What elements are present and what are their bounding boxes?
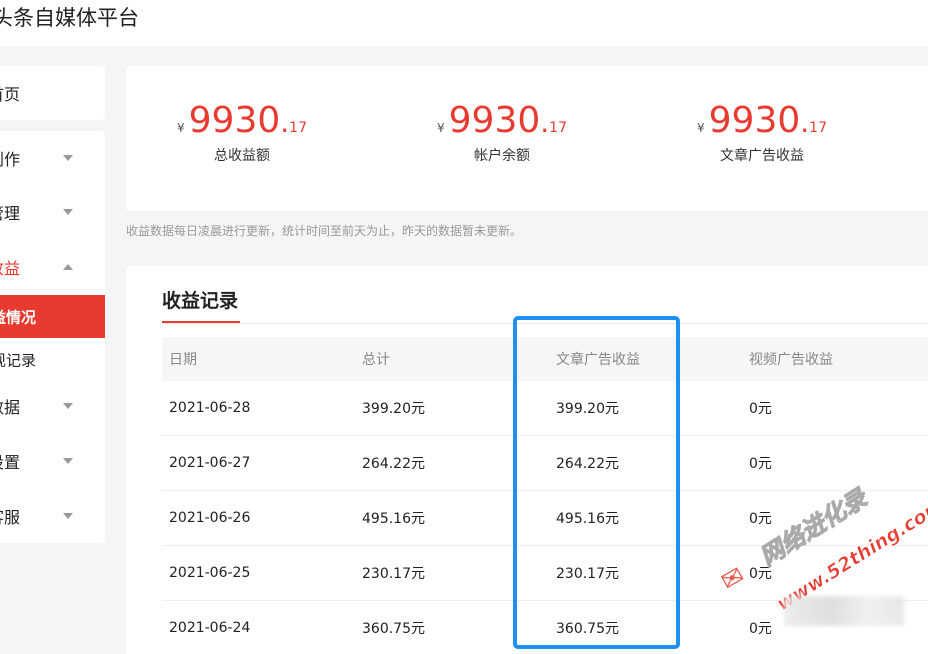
sidebar-item-label: 收益 xyxy=(0,259,21,278)
stat-value: ¥9930.17 xyxy=(437,100,567,141)
stat-value-decimal: 17 xyxy=(809,120,827,136)
sidebar-home-card[interactable]: 首页 xyxy=(0,66,105,120)
cell-total: 360.75元 xyxy=(362,621,425,637)
stat-value-integer: 9930 xyxy=(708,100,801,141)
sidebar-item-label: 收益情况 xyxy=(0,308,37,326)
stat-value-integer: 9930 xyxy=(188,100,281,141)
sidebar-item-label: 客服 xyxy=(0,508,21,527)
currency-symbol: ¥ xyxy=(177,121,185,135)
chevron-up-icon xyxy=(63,264,73,270)
column-header-date: 日期 xyxy=(169,352,197,368)
platform-title: 头条自媒体平台 xyxy=(0,6,139,30)
cell-video-ad: 0元 xyxy=(749,456,772,472)
stat-value-integer: 9930 xyxy=(448,100,541,141)
sidebar-item-home[interactable]: 首页 xyxy=(0,81,20,105)
sidebar-item-settings[interactable]: 设置 xyxy=(0,434,105,488)
stat-value-decimal: 17 xyxy=(289,120,307,136)
stat-label: 文章广告收益 xyxy=(720,148,804,164)
cell-date: 2021-06-28 xyxy=(169,400,251,416)
currency-symbol: ¥ xyxy=(437,121,445,135)
stat-value-decimal: 17 xyxy=(549,120,567,136)
column-header-video-ad: 视频广告收益 xyxy=(749,352,833,368)
sidebar-menu: 创作 管理 收益 收益情况 提现记录 数据 设置 客服 xyxy=(0,131,105,543)
cell-date: 2021-06-24 xyxy=(169,620,251,636)
stat-label: 帐户余额 xyxy=(474,148,530,164)
article-ad-column-highlight xyxy=(513,316,680,649)
currency-symbol: ¥ xyxy=(697,121,705,135)
stat-value: ¥9930.17 xyxy=(697,100,827,141)
chevron-down-icon xyxy=(63,155,73,161)
sidebar-item-data[interactable]: 数据 xyxy=(0,379,105,433)
sidebar-item-support[interactable]: 客服 xyxy=(0,489,105,543)
update-note: 收益数据每日凌晨进行更新，统计时间至前天为止，昨天的数据暂未更新。 xyxy=(126,224,523,238)
blurred-area xyxy=(784,596,904,626)
sidebar-item-label: 创作 xyxy=(0,150,21,169)
column-header-total: 总计 xyxy=(362,352,390,368)
sidebar-item-label: 数据 xyxy=(0,398,21,417)
sidebar-item-label: 设置 xyxy=(0,453,21,472)
sidebar-item-manage[interactable]: 管理 xyxy=(0,185,105,239)
cell-date: 2021-06-27 xyxy=(169,455,251,471)
chevron-down-icon xyxy=(63,513,73,519)
stat-account-balance: ¥9930.17 帐户余额 xyxy=(422,100,582,165)
sidebar-item-label: 提现记录 xyxy=(0,351,37,369)
cell-total: 495.16元 xyxy=(362,511,425,527)
cell-total: 264.22元 xyxy=(362,456,425,472)
envelope-icon: ✉ xyxy=(715,560,750,598)
active-tab-underline xyxy=(162,321,240,323)
chevron-down-icon xyxy=(63,403,73,409)
cell-date: 2021-06-26 xyxy=(169,510,251,526)
sidebar-subitem-income-overview[interactable]: 收益情况 xyxy=(0,295,105,338)
sidebar-item-income[interactable]: 收益 xyxy=(0,240,105,294)
sidebar-item-label: 管理 xyxy=(0,204,21,223)
cell-total: 230.17元 xyxy=(362,566,425,582)
records-tab-title[interactable]: 收益记录 xyxy=(162,286,238,313)
chevron-down-icon xyxy=(63,209,73,215)
cell-date: 2021-06-25 xyxy=(169,565,251,581)
stat-value: ¥9930.17 xyxy=(177,100,307,141)
stat-article-ad-income: ¥9930.17 文章广告收益 xyxy=(682,100,842,165)
cell-video-ad: 0元 xyxy=(749,401,772,417)
income-summary-card: ¥9930.17 总收益额 ¥9930.17 帐户余额 ¥9930.17 文章广… xyxy=(126,66,928,211)
sidebar-item-create[interactable]: 创作 xyxy=(0,131,105,185)
stat-label: 总收益额 xyxy=(214,148,270,164)
stat-total-income: ¥9930.17 总收益额 xyxy=(162,100,322,165)
sidebar-subitem-withdraw-records[interactable]: 提现记录 xyxy=(0,338,105,381)
top-header: 头条自媒体平台 xyxy=(0,0,928,46)
cell-total: 399.20元 xyxy=(362,401,425,417)
chevron-down-icon xyxy=(63,458,73,464)
